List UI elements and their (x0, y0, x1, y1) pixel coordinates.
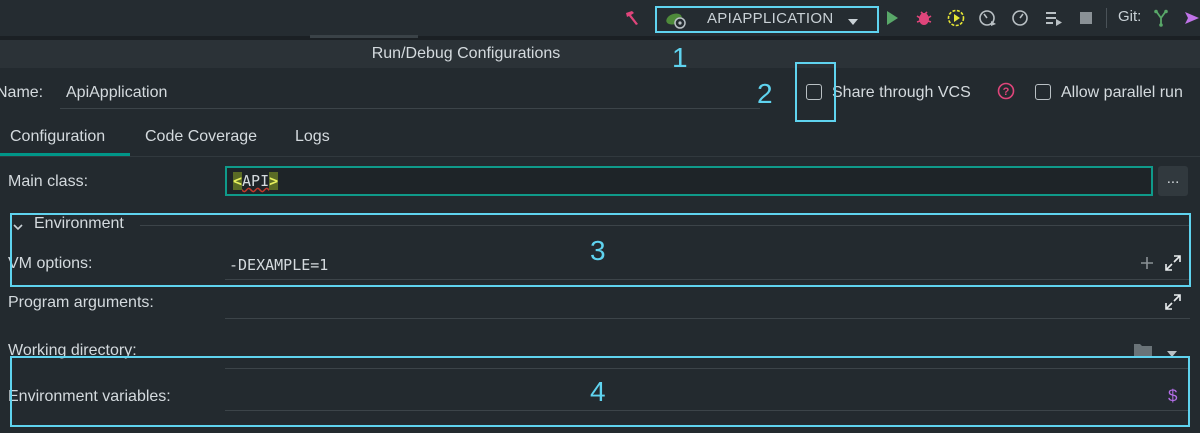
run-with-coverage-icon[interactable] (946, 8, 966, 28)
main-class-input[interactable]: <API> (225, 166, 1153, 196)
run-configuration-selector[interactable]: APIAPPLICATION (655, 6, 879, 33)
toolbar-drag-handle[interactable] (310, 35, 418, 38)
allow-parallel-checkbox[interactable] (1035, 84, 1051, 100)
debug-icon[interactable] (914, 8, 934, 28)
svg-text:?: ? (1003, 86, 1010, 98)
toolbar-separator (1106, 8, 1107, 28)
allow-parallel-label: Allow parallel run (1061, 84, 1183, 101)
browse-main-class-button[interactable]: ... (1158, 166, 1188, 196)
tabs-divider (0, 156, 1200, 157)
dropdown-caret-icon (847, 14, 859, 32)
profiler-icon[interactable] (978, 8, 998, 28)
main-class-value: <API> (233, 172, 279, 190)
annotation-number-4: 4 (590, 376, 606, 407)
run-config-label: APIAPPLICATION (707, 10, 834, 27)
expand-icon[interactable] (1165, 294, 1181, 315)
dialog-title: Run/Debug Configurations (371, 45, 561, 62)
build-hammer-icon[interactable] (622, 8, 642, 28)
git-label: Git: (1118, 8, 1142, 25)
stop-icon[interactable] (1076, 8, 1096, 28)
spring-config-icon (665, 11, 687, 34)
clock-icon[interactable] (1010, 8, 1030, 28)
git-push-icon[interactable] (1182, 8, 1200, 28)
main-class-label: Main class: (8, 173, 89, 190)
annotation-number-2: 2 (757, 78, 773, 109)
annotation-number-1: 1 (672, 42, 688, 73)
git-branch-icon[interactable] (1151, 8, 1171, 28)
program-arguments-label: Program arguments: (8, 294, 154, 311)
name-input[interactable]: ApiApplication (66, 84, 167, 102)
annotation-number-3: 3 (590, 235, 606, 266)
name-input-underline (60, 108, 760, 109)
tab-configuration[interactable]: Configuration (10, 128, 105, 146)
tab-code-coverage[interactable]: Code Coverage (145, 128, 257, 146)
help-icon[interactable]: ? (997, 82, 1015, 105)
share-vcs-label: Share through VCS (832, 84, 971, 101)
annotation-box-2 (795, 62, 836, 122)
tab-logs[interactable]: Logs (295, 128, 330, 146)
run-list-icon[interactable] (1044, 8, 1064, 28)
run-icon[interactable] (882, 8, 902, 28)
name-label: Name: (0, 84, 44, 101)
program-arguments-input[interactable] (225, 318, 1190, 319)
